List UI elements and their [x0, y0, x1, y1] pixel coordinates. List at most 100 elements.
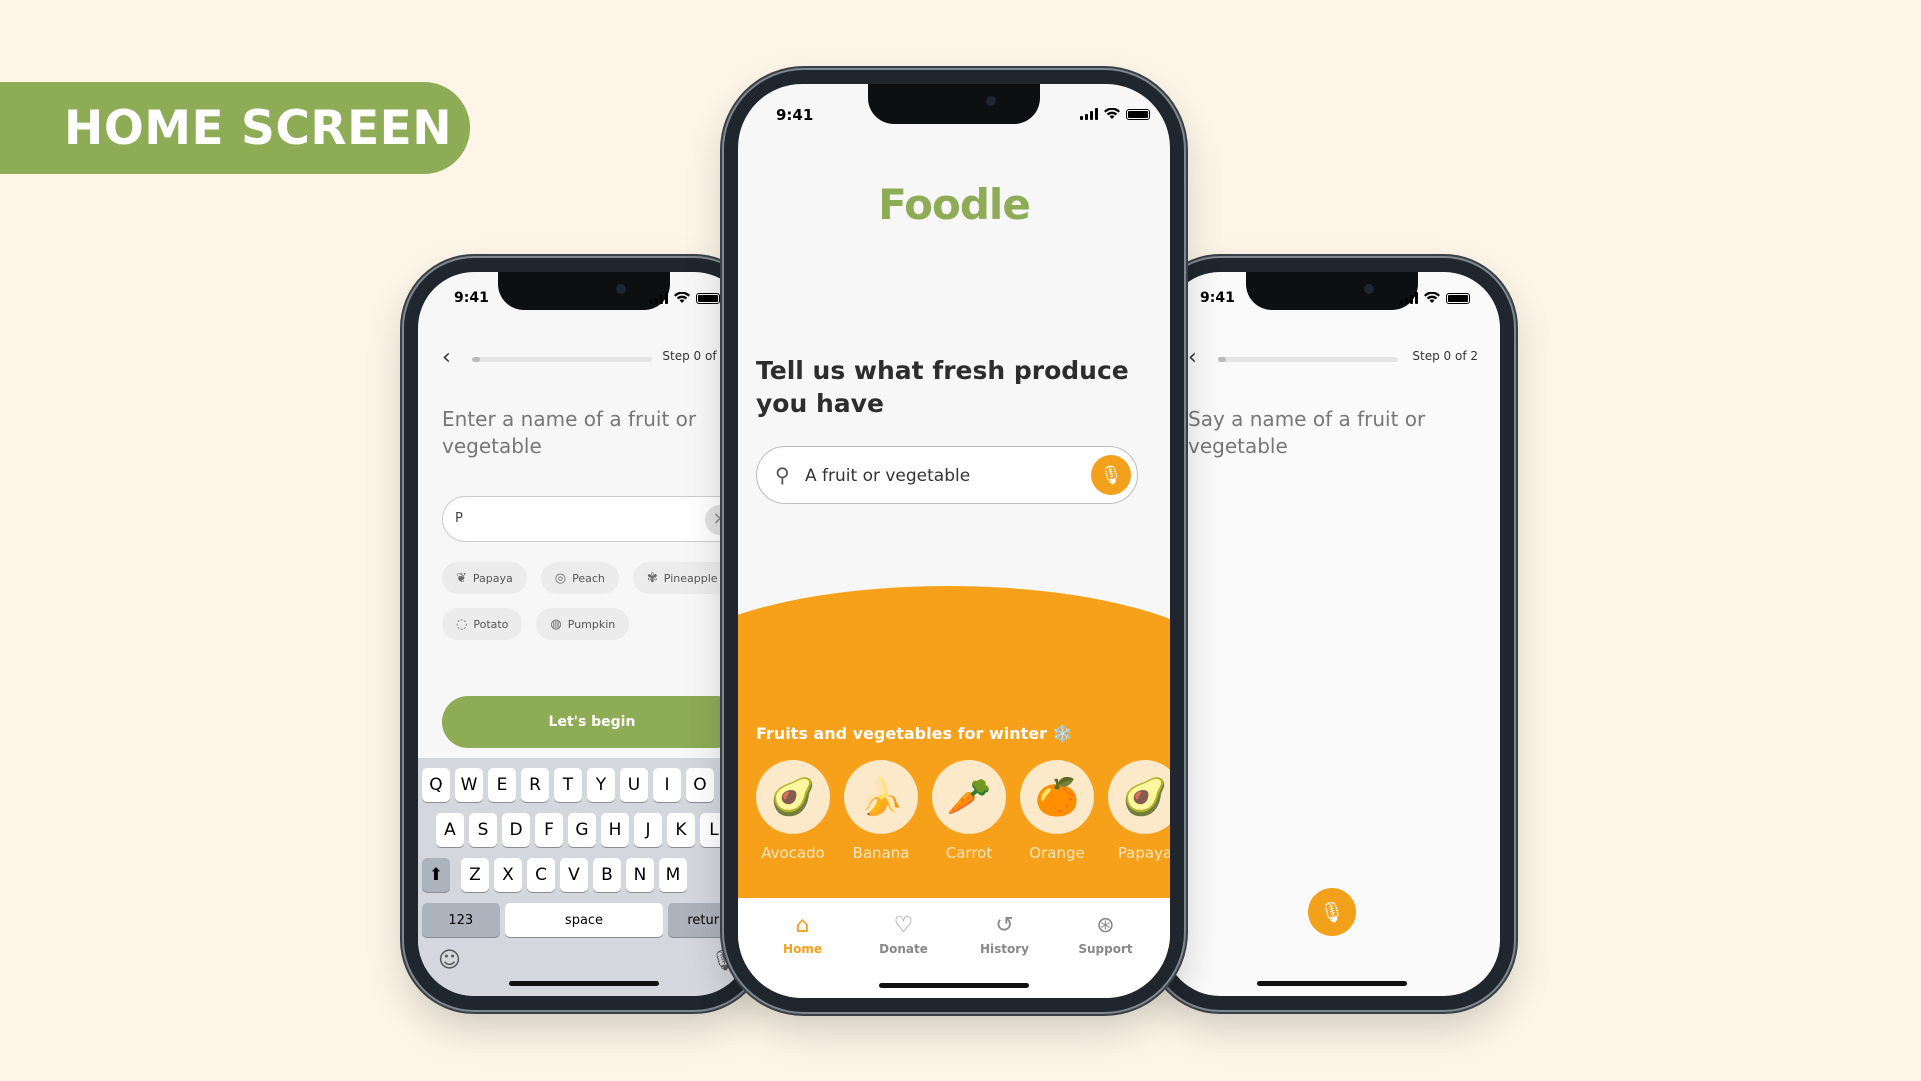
produce-item[interactable]: 🍌 Banana: [844, 760, 918, 862]
suggestion-label: Papaya: [472, 571, 513, 585]
signal-icon: [1080, 108, 1098, 120]
suggestion-label: Pineapple: [663, 571, 718, 585]
suggestion-chip[interactable]: ◍ Pumpkin: [536, 608, 630, 640]
search-icon: ⚲: [775, 463, 790, 487]
support-icon: ⊛: [1096, 913, 1115, 938]
step-progress: [1218, 357, 1398, 362]
key-y[interactable]: Y: [587, 768, 615, 802]
section-title: Fruits and vegetables for winter ❄️: [756, 724, 1073, 743]
right-phone: 9:41 ‹ Step 0 of 2 Say a name of a fruit…: [1150, 258, 1514, 1010]
avocado-icon: 🥑: [756, 760, 830, 834]
emoji-icon[interactable]: ☺: [438, 948, 461, 973]
key-q[interactable]: Q: [422, 768, 450, 802]
tab-home[interactable]: ⌂ Home: [763, 914, 843, 998]
key-x[interactable]: X: [494, 858, 522, 892]
prompt-text: Say a name of a fruit or vegetable: [1188, 407, 1426, 458]
status-bar: 9:41: [1164, 290, 1500, 310]
key-n[interactable]: N: [626, 858, 654, 892]
produce-name: Banana: [852, 844, 910, 862]
suggestion-chips: ❦ Papaya ◎ Peach ✾ Pineapple ◌ Potato ◍ Pumpkin: [442, 562, 750, 640]
voice-mic-button[interactable]: 🎙: [1308, 888, 1356, 936]
produce-name: Orange: [1029, 844, 1085, 862]
wifi-icon: [674, 292, 690, 303]
wifi-icon: [1424, 292, 1440, 303]
space-key[interactable]: space: [504, 903, 664, 937]
back-chevron-icon[interactable]: ‹: [442, 347, 451, 369]
produce-item[interactable]: 🥑 Papaya: [1108, 760, 1170, 862]
step-label: Step 0 of 2: [662, 349, 728, 363]
tab-support[interactable]: ⊛ Support: [1066, 914, 1146, 998]
key-d[interactable]: D: [502, 813, 530, 847]
key-v[interactable]: V: [560, 858, 588, 892]
page-title: Tell us what fresh produce you have: [756, 356, 1129, 418]
back-chevron-icon[interactable]: ‹: [1188, 347, 1197, 369]
produce-carousel[interactable]: 🥑 Avocado 🍌 Banana 🥕 Carrot 🍊 Orange 🥑 Papaya: [756, 760, 1170, 862]
microphone-icon: 🎙: [1319, 900, 1345, 924]
prompt-text: Enter a name of a fruit or vegetable: [442, 407, 697, 458]
tab-label: History: [979, 942, 1030, 956]
orange-icon: 🍊: [1020, 760, 1094, 834]
status-bar: 9:41: [738, 106, 1170, 126]
key-s[interactable]: S: [469, 813, 497, 847]
key-w[interactable]: W: [455, 768, 483, 802]
center-phone-screen: 9:41 Foodle Tell us what fresh produce y…: [738, 84, 1170, 998]
search-placeholder: A fruit or vegetable: [805, 466, 971, 486]
key-f[interactable]: F: [535, 813, 563, 847]
key-t[interactable]: T: [554, 768, 582, 802]
status-time: 9:41: [776, 106, 814, 124]
produce-name: Avocado: [761, 844, 825, 862]
produce-name-input[interactable]: P ×: [442, 496, 742, 542]
wifi-icon: [1104, 108, 1120, 119]
carrot-icon: 🥕: [932, 760, 1006, 834]
center-phone: 9:41 Foodle Tell us what fresh produce y…: [724, 70, 1184, 1012]
suggestion-chip[interactable]: ◌ Potato: [442, 608, 523, 640]
banana-icon: 🍌: [844, 760, 918, 834]
lets-begin-button[interactable]: Let's begin: [442, 696, 742, 748]
battery-icon: [1446, 293, 1470, 304]
suggestion-chip[interactable]: ✾ Pineapple: [632, 562, 732, 594]
step-label: Step 0 of 2: [1412, 349, 1478, 363]
history-icon: ↺: [995, 913, 1014, 938]
produce-item[interactable]: 🥕 Carrot: [932, 760, 1006, 862]
produce-name: Carrot: [945, 844, 993, 862]
produce-item[interactable]: 🥑 Avocado: [756, 760, 830, 862]
key-g[interactable]: G: [568, 813, 596, 847]
papaya-icon: ❦: [456, 570, 467, 586]
battery-icon: [696, 293, 720, 304]
right-phone-screen: 9:41 ‹ Step 0 of 2 Say a name of a fruit…: [1164, 272, 1500, 996]
battery-icon: [1126, 109, 1150, 120]
key-c[interactable]: C: [527, 858, 555, 892]
status-bar: 9:41: [418, 290, 750, 310]
foodle-logo: Foodle: [738, 180, 1170, 229]
search-input[interactable]: ⚲ A fruit or vegetable 🎙: [756, 446, 1138, 504]
home-screen-banner: HOME SCREEN: [0, 82, 470, 174]
key-h[interactable]: H: [601, 813, 629, 847]
produce-item[interactable]: 🍊 Orange: [1020, 760, 1094, 862]
key-z[interactable]: Z: [461, 858, 489, 892]
key-b[interactable]: B: [593, 858, 621, 892]
home-indicator: [509, 981, 659, 986]
home-indicator: [879, 983, 1029, 988]
key-a[interactable]: A: [436, 813, 464, 847]
home-indicator: [1257, 981, 1407, 986]
key-k[interactable]: K: [667, 813, 695, 847]
numbers-key[interactable]: 123: [422, 903, 500, 937]
shift-key[interactable]: ⬆: [422, 858, 450, 892]
logo-text: Foodle: [878, 180, 1031, 229]
suggestion-chip[interactable]: ◎ Peach: [540, 562, 619, 594]
status-time: 9:41: [454, 290, 489, 306]
suggestion-chip[interactable]: ❦ Papaya: [442, 562, 527, 594]
step-progress: [472, 357, 652, 362]
key-e[interactable]: E: [488, 768, 516, 802]
tab-label: Support: [1078, 942, 1133, 956]
key-m[interactable]: M: [659, 858, 687, 892]
pineapple-icon: ✾: [646, 570, 658, 586]
key-u[interactable]: U: [620, 768, 648, 802]
voice-search-button[interactable]: 🎙: [1091, 455, 1131, 495]
donate-icon: ♡: [893, 913, 914, 938]
key-o[interactable]: O: [686, 768, 714, 802]
key-i[interactable]: I: [653, 768, 681, 802]
key-j[interactable]: J: [634, 813, 662, 847]
key-r[interactable]: R: [521, 768, 549, 802]
status-time: 9:41: [1200, 290, 1235, 306]
